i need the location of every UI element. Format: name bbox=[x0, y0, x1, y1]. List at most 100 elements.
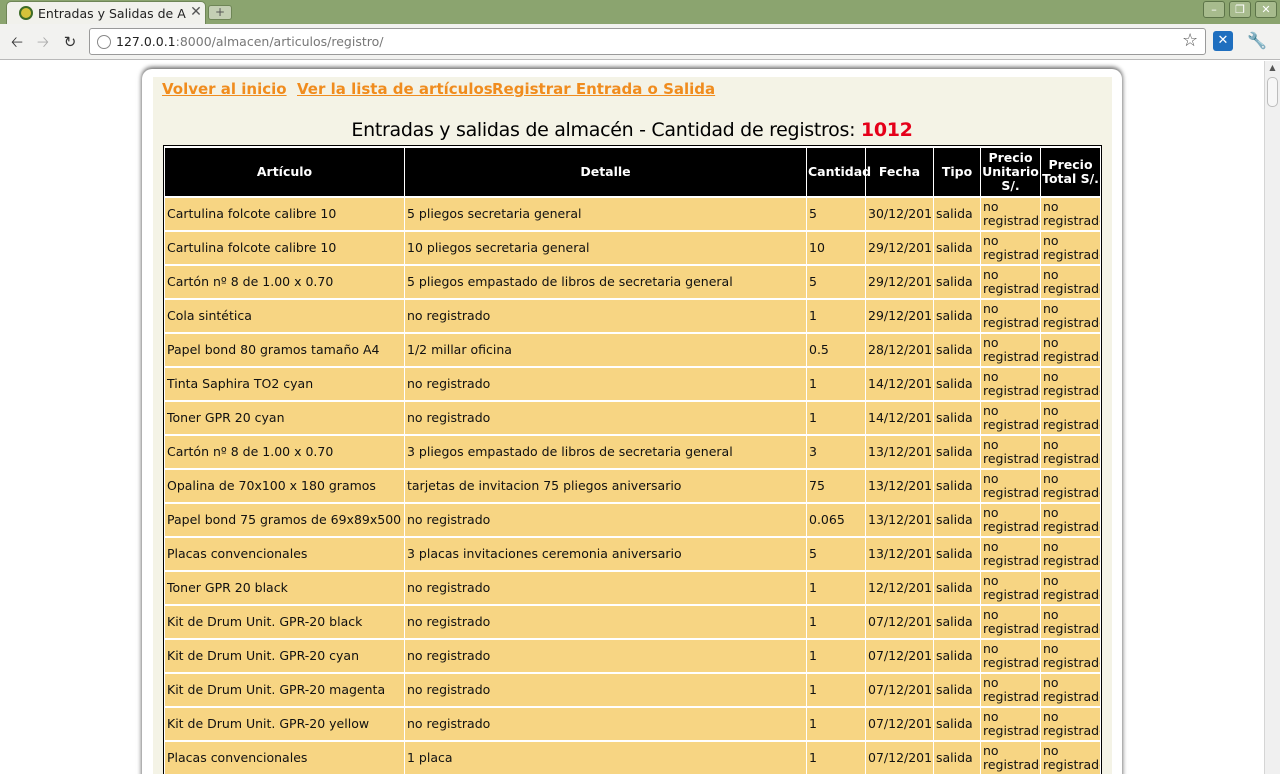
header-tipo[interactable]: Tipo bbox=[934, 148, 980, 196]
cell-cantidad: 5 bbox=[807, 266, 865, 298]
back-arrow-icon[interactable]: 🡠 bbox=[7, 32, 27, 52]
cell-articulo: Placas convencionales bbox=[165, 538, 404, 570]
cell-fecha: 14/12/2011 bbox=[866, 368, 933, 400]
cell-tipo: salida bbox=[934, 198, 980, 230]
table-row: Tinta Saphira TO2 cyan no registrado 1 14/1… bbox=[165, 368, 1100, 400]
cell-cantidad: 3 bbox=[807, 436, 865, 468]
cell-cantidad: 10 bbox=[807, 232, 865, 264]
cell-precio-total: no registrado bbox=[1041, 742, 1100, 774]
header-fecha[interactable]: Fecha bbox=[866, 148, 933, 196]
header-articulo[interactable]: Artículo bbox=[165, 148, 404, 196]
cell-tipo: salida bbox=[934, 470, 980, 502]
link-lista-articulos[interactable]: Ver la lista de artículos bbox=[297, 80, 493, 98]
cell-fecha: 13/12/2011 bbox=[866, 470, 933, 502]
cell-articulo: Cola sintética bbox=[165, 300, 404, 332]
table-row: Papel bond 75 gramos de 69x89x500 no regi… bbox=[165, 504, 1100, 536]
cell-cantidad: 1 bbox=[807, 572, 865, 604]
cell-precio-unitario: no registrado bbox=[981, 436, 1040, 468]
cell-precio-unitario: no registrado bbox=[981, 470, 1040, 502]
globe-icon bbox=[97, 35, 111, 49]
link-volver-inicio[interactable]: Volver al inicio bbox=[162, 80, 287, 98]
browser-tab[interactable]: Entradas y Salidas de A ✕ bbox=[6, 1, 206, 24]
close-icon[interactable]: ✕ bbox=[189, 4, 203, 20]
cell-tipo: salida bbox=[934, 232, 980, 264]
cell-fecha: 13/12/2011 bbox=[866, 504, 933, 536]
cell-tipo: salida bbox=[934, 504, 980, 536]
cell-detalle: no registrado bbox=[405, 572, 806, 604]
cell-articulo: Papel bond 75 gramos de 69x89x500 bbox=[165, 504, 404, 536]
header-precio-unitario[interactable]: Precio Unitario S/. bbox=[981, 148, 1040, 196]
star-icon[interactable]: ☆ bbox=[1182, 31, 1198, 51]
vertical-scrollbar[interactable]: ▲ bbox=[1264, 61, 1280, 774]
table-row: Kit de Drum Unit. GPR-20 cyan no registra… bbox=[165, 640, 1100, 672]
page-title: Entradas y salidas de almacén - Cantidad… bbox=[351, 119, 913, 141]
table-row: Cartulina folcote calibre 10 10 pliegos s… bbox=[165, 232, 1100, 264]
header-precio-total[interactable]: Precio Total S/. bbox=[1041, 148, 1100, 196]
cell-precio-unitario: no registrado bbox=[981, 266, 1040, 298]
cell-fecha: 07/12/2011 bbox=[866, 674, 933, 706]
cell-tipo: salida bbox=[934, 708, 980, 740]
browser-toolbar: 🡠 🡢 ↻ 127.0.0.1:8000/almacen/articulos/r… bbox=[0, 24, 1280, 60]
table-header-row: Artículo Detalle Cantidad Fecha Tipo Pre… bbox=[165, 148, 1100, 196]
cell-precio-unitario: no registrado bbox=[981, 368, 1040, 400]
cell-fecha: 13/12/2011 bbox=[866, 538, 933, 570]
cell-cantidad: 5 bbox=[807, 538, 865, 570]
address-bar[interactable]: 127.0.0.1:8000/almacen/articulos/registr… bbox=[89, 28, 1206, 55]
cell-precio-unitario: no registrado bbox=[981, 334, 1040, 366]
table-row: Cartón nº 8 de 1.00 x 0.70 3 pliegos empa… bbox=[165, 436, 1100, 468]
cell-detalle: no registrado bbox=[405, 402, 806, 434]
cell-cantidad: 1 bbox=[807, 708, 865, 740]
cell-articulo: Opalina de 70x100 x 180 gramos bbox=[165, 470, 404, 502]
maximize-button[interactable]: ❐ bbox=[1229, 1, 1251, 18]
link-registrar-entrada-salida[interactable]: Registrar Entrada o Salida bbox=[492, 80, 715, 98]
cell-tipo: salida bbox=[934, 300, 980, 332]
new-tab-button[interactable]: + bbox=[208, 5, 232, 20]
tab-title: Entradas y Salidas de A bbox=[38, 6, 186, 21]
forward-arrow-icon[interactable]: 🡢 bbox=[33, 32, 53, 52]
minimize-button[interactable]: – bbox=[1203, 1, 1225, 18]
records-table: Artículo Detalle Cantidad Fecha Tipo Pre… bbox=[163, 145, 1102, 774]
cell-precio-unitario: no registrado bbox=[981, 232, 1040, 264]
cell-tipo: salida bbox=[934, 266, 980, 298]
table-row: Kit de Drum Unit. GPR-20 black no registr… bbox=[165, 606, 1100, 638]
table-row: Opalina de 70x100 x 180 gramos tarjetas d… bbox=[165, 470, 1100, 502]
wrench-icon[interactable]: 🔧 bbox=[1247, 31, 1267, 51]
browser-titlebar: Entradas y Salidas de A ✕ + – ❐ ✕ bbox=[0, 0, 1280, 24]
cell-detalle: 10 pliegos secretaria general bbox=[405, 232, 806, 264]
cell-precio-unitario: no registrado bbox=[981, 572, 1040, 604]
scroll-thumb[interactable] bbox=[1267, 77, 1278, 107]
cell-detalle: 3 pliegos empastado de libros de secreta… bbox=[405, 436, 806, 468]
scroll-up-arrow-icon[interactable]: ▲ bbox=[1265, 61, 1280, 75]
reload-icon[interactable]: ↻ bbox=[60, 32, 80, 52]
cell-precio-unitario: no registrado bbox=[981, 198, 1040, 230]
cell-tipo: salida bbox=[934, 742, 980, 774]
cell-detalle: 3 placas invitaciones ceremonia aniversa… bbox=[405, 538, 806, 570]
cell-cantidad: 1 bbox=[807, 640, 865, 672]
url-text[interactable]: 127.0.0.1:8000/almacen/articulos/registr… bbox=[116, 34, 383, 49]
table-row: Toner GPR 20 black no registrado 1 12/12/20… bbox=[165, 572, 1100, 604]
cell-detalle: 5 pliegos empastado de libros de secreta… bbox=[405, 266, 806, 298]
header-detalle[interactable]: Detalle bbox=[405, 148, 806, 196]
cell-cantidad: 1 bbox=[807, 300, 865, 332]
cell-precio-unitario: no registrado bbox=[981, 538, 1040, 570]
cell-detalle: no registrado bbox=[405, 640, 806, 672]
cell-fecha: 14/12/2011 bbox=[866, 402, 933, 434]
cell-precio-unitario: no registrado bbox=[981, 300, 1040, 332]
cell-precio-total: no registrado bbox=[1041, 640, 1100, 672]
cell-fecha: 13/12/2011 bbox=[866, 436, 933, 468]
cell-detalle: tarjetas de invitacion 75 pliegos aniver… bbox=[405, 470, 806, 502]
cell-articulo: Cartulina folcote calibre 10 bbox=[165, 198, 404, 230]
cell-articulo: Kit de Drum Unit. GPR-20 magenta bbox=[165, 674, 404, 706]
extension-icon[interactable]: ✕ bbox=[1213, 31, 1233, 51]
cell-articulo: Kit de Drum Unit. GPR-20 yellow bbox=[165, 708, 404, 740]
table-row: Kit de Drum Unit. GPR-20 magenta no regis… bbox=[165, 674, 1100, 706]
cell-articulo: Toner GPR 20 cyan bbox=[165, 402, 404, 434]
cell-tipo: salida bbox=[934, 368, 980, 400]
table-row: Papel bond 80 gramos tamaño A4 1/2 millar… bbox=[165, 334, 1100, 366]
close-window-button[interactable]: ✕ bbox=[1255, 1, 1277, 18]
header-cantidad[interactable]: Cantidad bbox=[807, 148, 871, 196]
cell-tipo: salida bbox=[934, 606, 980, 638]
cell-precio-unitario: no registrado bbox=[981, 504, 1040, 536]
cell-detalle: 1 placa bbox=[405, 742, 806, 774]
cell-detalle: no registrado bbox=[405, 504, 806, 536]
